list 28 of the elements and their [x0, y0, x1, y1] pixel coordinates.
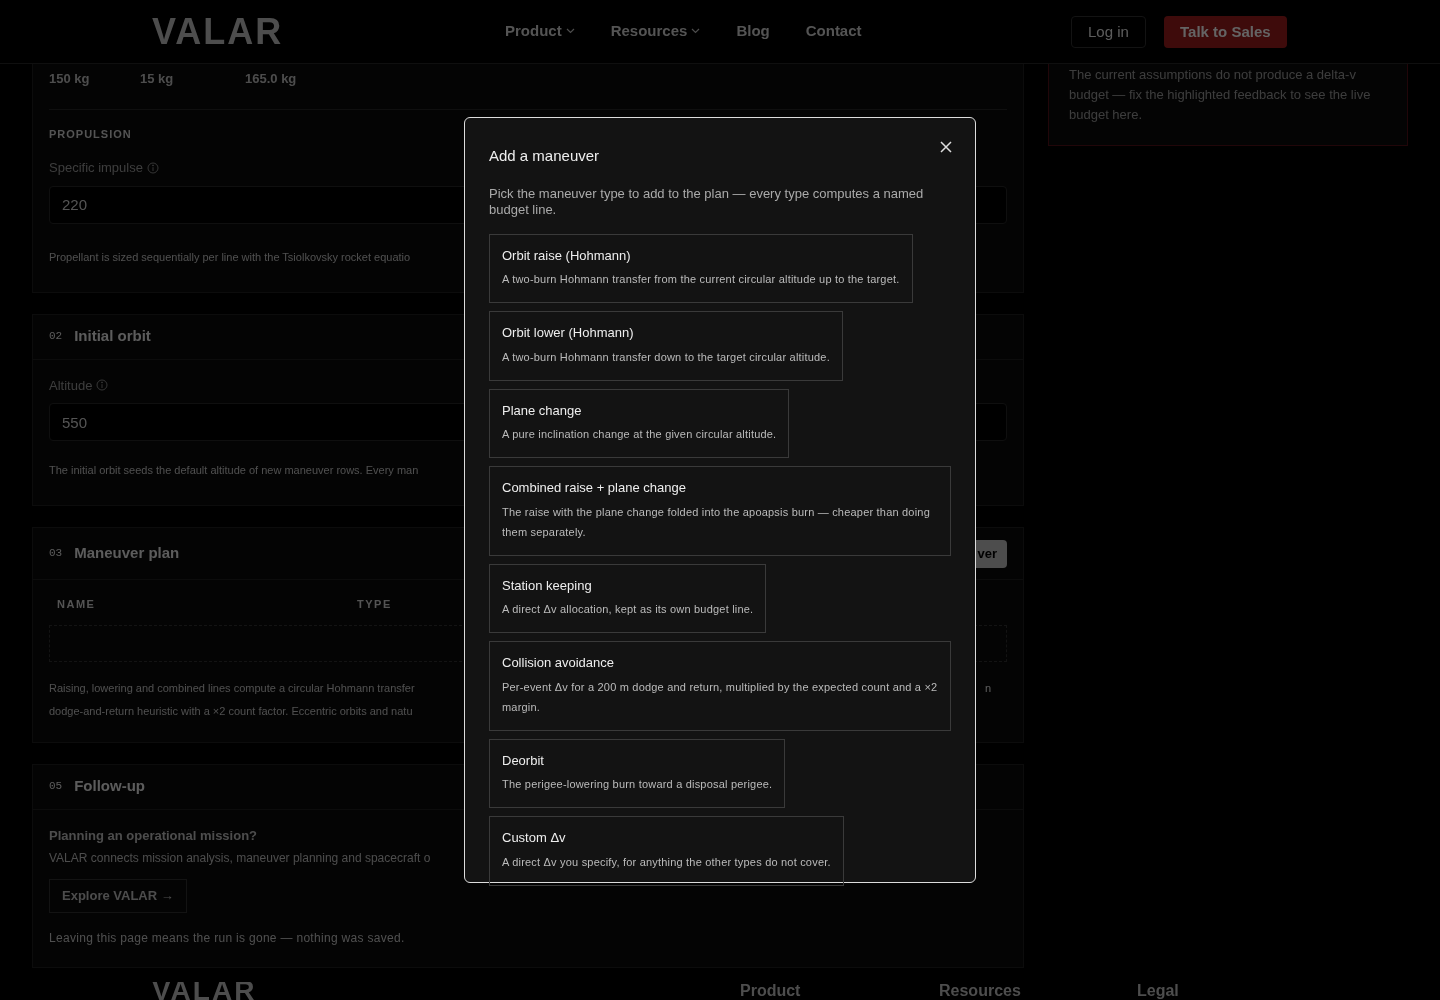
- section-number: 03: [49, 546, 63, 562]
- section-title: Maneuver plan: [74, 543, 180, 564]
- mass-value: 15 kg: [140, 70, 175, 88]
- help-text: dodge-and-return heuristic with a ×2 count factor. Eccentric orbits and natu: [49, 703, 413, 719]
- field-label: Specific impulse: [49, 159, 143, 177]
- help-text: The initial orbit seeds the default altitude of new maneuver rows. Every man: [49, 463, 419, 478]
- budget-message: The current assumptions do not produce a delta-v budget — fix the highlighted feedback to see the live budget here.: [1069, 66, 1372, 124]
- section-number: 02: [49, 329, 63, 345]
- mass-value: 165.0 kg: [245, 70, 298, 88]
- mass-value: 150 kg: [49, 70, 91, 88]
- help-text: Leaving this page means the run is gone — nothing was saved.: [49, 930, 405, 947]
- description: VALAR connects mission analysis, maneuver planning and spacecraft o: [49, 850, 431, 867]
- section-title: Initial orbit: [74, 326, 151, 347]
- column-header: NAME: [57, 598, 96, 610]
- dialog-description: Pick the maneuver type to add to the plan — every type computes a named budget line.: [489, 185, 925, 218]
- field-label: Altitude: [49, 376, 93, 395]
- section-title: Follow-up: [74, 776, 145, 797]
- footer-heading: Product: [740, 982, 801, 1000]
- column-header: TYPE: [357, 598, 392, 610]
- help-text: n: [984, 680, 991, 696]
- footer-heading: Resources: [939, 982, 1021, 1000]
- section-label: PROPULSION: [49, 126, 133, 142]
- footer-heading: Legal: [1137, 982, 1179, 1000]
- help-text: Raising, lowering and combined lines compute a circular Hohmann transfer: [49, 680, 415, 696]
- dialog-title: Add a maneuver: [489, 146, 600, 166]
- help-text: Propellant is sized sequentially per line with the Tsiolkovsky rocket equatio: [49, 249, 411, 265]
- heading: Planning an operational mission?: [49, 826, 258, 845]
- section-number: 05: [49, 779, 63, 795]
